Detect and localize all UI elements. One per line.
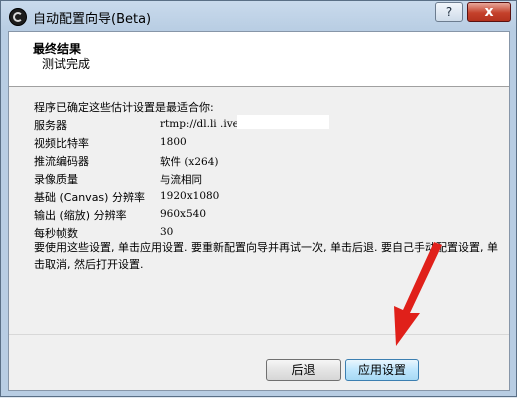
red-annotation-arrow: [394, 242, 442, 346]
arrow-shape: [394, 242, 442, 346]
wizard-window: 自动配置向导(Beta) ? x 最终结果 测试完成 程序已确定这些估计设置是最…: [0, 0, 517, 397]
